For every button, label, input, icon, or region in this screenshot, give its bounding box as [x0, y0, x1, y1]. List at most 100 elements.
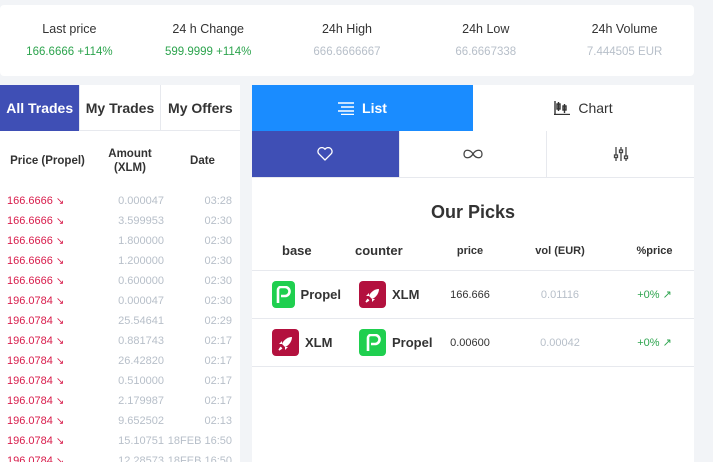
stat-value: 66.6667338 — [455, 46, 517, 58]
column-header-percent-price: %price — [636, 244, 673, 257]
picks-table-header: base counter price vol (EUR) %price — [252, 231, 694, 271]
view-tabs: List Chart — [252, 85, 694, 131]
pick-volume: 0.01116 — [540, 288, 580, 301]
stat-label: 24 h Change — [172, 22, 244, 36]
all-pairs-filter[interactable] — [398, 131, 547, 177]
trade-amount: 3.599953 — [118, 215, 164, 227]
column-header-counter: counter — [355, 243, 403, 258]
trade-price: 196.0784 — [7, 375, 53, 387]
trend-down-icon: ↘ — [55, 316, 65, 327]
trend-down-icon: ↘ — [55, 196, 65, 207]
trade-price: 166.6666 — [7, 275, 53, 287]
pick-row[interactable]: XLM Propel 0.00600 0.00042 +0% ↗ — [252, 319, 694, 367]
trade-price: 196.0784 — [7, 315, 53, 327]
pick-counter-asset: Propel — [392, 335, 433, 350]
trend-down-icon: ↘ — [55, 336, 65, 347]
trade-amount: 9.652502 — [118, 415, 164, 427]
tab-my-offers[interactable]: My Offers — [159, 85, 240, 131]
trade-price: 196.0784 — [7, 415, 53, 427]
trade-row: 196.0784 ↘ 0.510000 02:17 — [0, 371, 240, 391]
tab-all-trades[interactable]: All Trades — [0, 85, 80, 131]
trade-amount: 0.000047 — [118, 295, 164, 307]
trade-price: 196.0784 — [7, 435, 53, 447]
tab-chart[interactable]: Chart — [473, 85, 694, 131]
trade-date: 18FEB 16:50 — [167, 455, 232, 462]
trend-down-icon: ↘ — [55, 396, 65, 407]
column-header-amount: Amount (XLM) — [108, 148, 152, 174]
trade-price: 196.0784 — [7, 395, 53, 407]
trade-amount: 25.54641 — [118, 315, 164, 327]
pick-base-asset: Propel — [300, 287, 341, 302]
stat-24h-high: 24h High 666.6666667 — [278, 5, 417, 76]
sliders-icon — [613, 147, 628, 161]
column-header-date: Date — [190, 155, 215, 167]
propel-logo-icon — [272, 281, 295, 308]
trade-amount: 12.28573 — [118, 455, 164, 462]
stat-label: 24h Volume — [591, 22, 658, 36]
trade-date: 02:29 — [204, 315, 232, 327]
trade-date: 02:30 — [204, 255, 232, 267]
pick-price: 166.666 — [450, 288, 490, 301]
trend-down-icon: ↘ — [55, 276, 65, 287]
pick-percent-change: +0% ↗ — [637, 337, 672, 349]
trades-table-header: Price (Propel) Amount (XLM) Date — [0, 131, 240, 191]
trade-price: 166.6666 — [7, 195, 53, 207]
trade-amount: 26.42820 — [118, 355, 164, 367]
stat-value: 7.444505 EUR — [586, 46, 663, 58]
trade-row: 196.0784 ↘ 0.000047 02:30 — [0, 291, 240, 311]
trend-up-icon: ↗ — [662, 289, 672, 301]
picks-title: Our Picks — [430, 202, 516, 222]
trade-date: 18FEB 16:50 — [167, 435, 232, 447]
pick-row[interactable]: Propel XLM 166.666 0.01116 +0% ↗ — [252, 271, 694, 319]
tab-my-trades[interactable]: My Trades — [79, 85, 160, 131]
trade-row: 196.0784 ↘ 25.54641 02:29 — [0, 311, 240, 331]
xlm-rocket-icon — [272, 329, 299, 356]
column-header-price: Price (Propel) — [10, 155, 85, 167]
favorites-filter[interactable] — [252, 131, 399, 177]
trade-date: 02:17 — [204, 335, 232, 347]
trade-amount: 1.800000 — [118, 235, 164, 247]
list-icon — [338, 101, 355, 115]
trade-date: 03:28 — [204, 195, 232, 207]
stat-label: 24h High — [321, 22, 373, 36]
trade-row: 196.0784 ↘ 2.179987 02:17 — [0, 391, 240, 411]
picks-list: Propel XLM 166.666 0.01116 +0% ↗ XLM Propel 0.0… — [252, 271, 694, 367]
trade-amount: 0.510000 — [118, 375, 164, 387]
trend-down-icon: ↘ — [55, 456, 65, 462]
trade-date: 02:13 — [204, 415, 232, 427]
trade-row: 196.0784 ↘ 15.10751 18FEB 16:50 — [0, 431, 240, 451]
stat-value: 166.6666 +114% — [26, 46, 113, 58]
stat-label: 24h Low — [462, 22, 510, 36]
trade-date: 02:17 — [204, 395, 232, 407]
trade-date: 02:30 — [204, 275, 232, 287]
tab-list[interactable]: List — [252, 85, 473, 131]
trade-date: 02:17 — [204, 375, 232, 387]
trades-panel: All Trades My Trades My Offers Price (Pr… — [0, 85, 240, 462]
trade-price: 196.0784 — [7, 355, 53, 367]
trade-row: 166.6666 ↘ 3.599953 02:30 — [0, 211, 240, 231]
trend-down-icon: ↘ — [55, 356, 65, 367]
trend-down-icon: ↘ — [55, 216, 65, 227]
trade-amount: 0.881743 — [118, 335, 164, 347]
trade-amount: 0.000047 — [118, 195, 164, 207]
column-header-base: base — [282, 243, 312, 258]
picks-panel: List Chart Our Picks base counter price … — [252, 85, 694, 462]
heart-icon — [317, 147, 333, 161]
trade-date: 02:30 — [204, 295, 232, 307]
stat-24h-volume: 24h Volume 7.444505 EUR — [555, 5, 694, 76]
trend-up-icon: ↗ — [662, 337, 672, 349]
pick-base-asset: XLM — [305, 335, 333, 350]
trade-row: 166.6666 ↘ 0.600000 02:30 — [0, 271, 240, 291]
pick-counter-asset: XLM — [392, 287, 420, 302]
trade-price: 166.6666 — [7, 235, 53, 247]
trend-down-icon: ↘ — [55, 256, 65, 267]
trend-down-icon: ↘ — [55, 436, 65, 447]
filter-tabs — [252, 131, 694, 178]
stat-label: Last price — [42, 22, 97, 36]
tab-list-label: List — [362, 100, 387, 116]
stat-value: 666.6666667 — [313, 46, 381, 58]
trade-price: 166.6666 — [7, 255, 53, 267]
trades-list: 166.6666 ↘ 0.000047 03:28 166.6666 ↘ 3.599953 0… — [0, 191, 240, 462]
settings-filter[interactable] — [546, 131, 694, 177]
column-header-volume: vol (EUR) — [535, 244, 585, 257]
